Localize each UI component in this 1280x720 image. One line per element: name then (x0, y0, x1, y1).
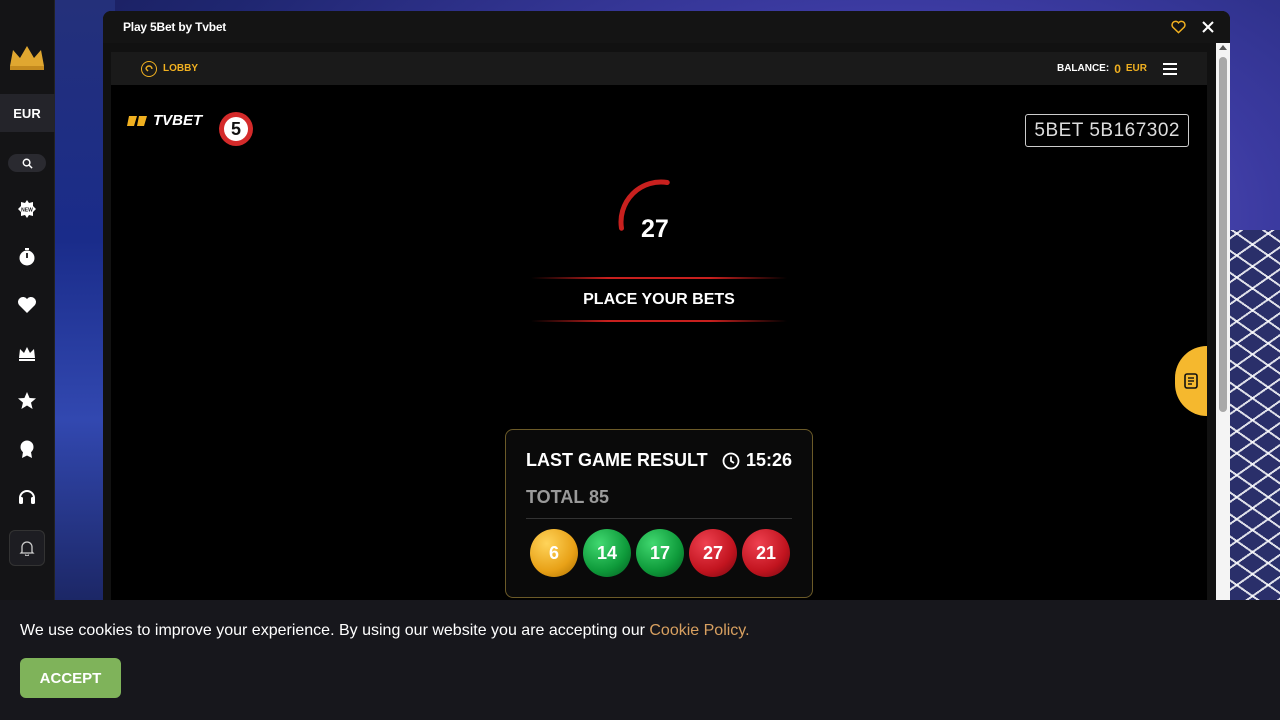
headset-icon[interactable] (16, 486, 38, 508)
result-total: TOTAL 85 (526, 487, 610, 507)
bell-icon (19, 541, 35, 556)
clock-icon (722, 452, 740, 469)
cookie-policy-link[interactable]: Cookie Policy. (649, 622, 749, 639)
cookie-message: We use cookies to improve your experienc… (20, 622, 1260, 640)
new-games-icon[interactable]: NEW (16, 198, 38, 220)
result-header: LAST GAME RESULT 15:26 (526, 450, 792, 471)
result-ball-number: 21 (755, 542, 777, 563)
cookie-text: We use cookies to improve your experienc… (20, 622, 650, 639)
search-button[interactable] (8, 154, 46, 172)
window-title: Play 5Bet by Tvbet (123, 20, 227, 34)
lobby-button[interactable]: LOBBY (141, 60, 198, 77)
heart-icon[interactable] (16, 294, 38, 316)
scroll-up-arrow-icon[interactable] (1219, 45, 1227, 50)
result-ball: 14 (583, 529, 631, 577)
background-goal-net (1225, 230, 1280, 600)
result-ball: 6 (530, 529, 578, 577)
result-time-value: 15:26 (745, 450, 792, 470)
lobby-icon (141, 60, 157, 77)
stopwatch-icon[interactable] (16, 246, 38, 268)
balance-value: 0 (1114, 61, 1121, 76)
crown-logo-icon[interactable] (7, 42, 47, 72)
balance-currency: EUR (1125, 63, 1147, 74)
close-button[interactable] (1198, 17, 1218, 37)
hamburger-menu-icon[interactable] (1163, 62, 1177, 75)
tvbet-logo: TVBET (127, 112, 202, 129)
game-window: Play 5Bet by Tvbet LOBBY BALANCE: 0 EUR (103, 11, 1230, 600)
result-ball: 21 (742, 529, 790, 577)
svg-text:NEW: NEW (21, 208, 33, 214)
game-topbar: LOBBY BALANCE: 0 EUR (111, 52, 1207, 85)
balance-label: BALANCE: (1056, 63, 1110, 74)
tvbet-logo-text: TVBET (153, 112, 203, 129)
last-game-result-card: LAST GAME RESULT 15:26 TOTAL 85 6 14 17 … (505, 429, 813, 598)
crown-icon[interactable] (16, 342, 38, 364)
game-round-id: 5BET 5B167302 (1025, 114, 1189, 147)
result-ball-number: 17 (649, 542, 671, 563)
bet-slip-tab[interactable] (1175, 346, 1207, 416)
countdown-timer-value: 27 (641, 215, 669, 243)
result-ball-number: 6 (548, 542, 559, 563)
result-ball: 17 (636, 529, 684, 577)
window-scrollbar[interactable] (1216, 43, 1230, 600)
place-your-bets-banner: PLACE YOUR BETS (531, 277, 787, 322)
game-area: LOBBY BALANCE: 0 EUR TVBET 5 5BET 5B1673… (111, 52, 1207, 600)
result-ball-number: 14 (596, 542, 618, 563)
result-title: LAST GAME RESULT (526, 450, 708, 470)
banner-bottom-line (531, 320, 787, 322)
window-titlebar: Play 5Bet by Tvbet (103, 11, 1230, 43)
cookie-banner: We use cookies to improve your experienc… (0, 600, 1280, 720)
balance-display: BALANCE: 0 EUR (1057, 62, 1147, 76)
result-time: 15:26 (722, 450, 792, 471)
five-bet-logo-number: 5 (224, 117, 248, 141)
scrollbar-thumb[interactable] (1219, 57, 1227, 412)
search-icon (22, 158, 33, 169)
currency-selector[interactable]: EUR (0, 94, 55, 132)
left-sidebar: EUR NEW (0, 0, 55, 600)
award-icon[interactable] (16, 438, 38, 460)
result-ball-number: 27 (702, 542, 724, 563)
result-divider (526, 518, 792, 519)
notifications-button[interactable] (9, 530, 45, 566)
five-bet-logo: 5 (219, 112, 253, 146)
tvbet-mark-icon (127, 115, 147, 126)
result-ball: 27 (689, 529, 737, 577)
heart-outline-icon (1170, 20, 1186, 34)
place-your-bets-text: PLACE YOUR BETS (583, 290, 735, 308)
banner-top-line (531, 277, 787, 279)
favorite-button[interactable] (1168, 17, 1188, 37)
bet-slip-icon (1184, 373, 1198, 389)
accept-cookies-button[interactable]: ACCEPT (20, 658, 121, 698)
star-icon[interactable] (16, 390, 38, 412)
close-icon (1202, 21, 1214, 33)
result-balls: 6 14 17 27 21 (526, 529, 792, 577)
lobby-label: LOBBY (163, 63, 198, 74)
